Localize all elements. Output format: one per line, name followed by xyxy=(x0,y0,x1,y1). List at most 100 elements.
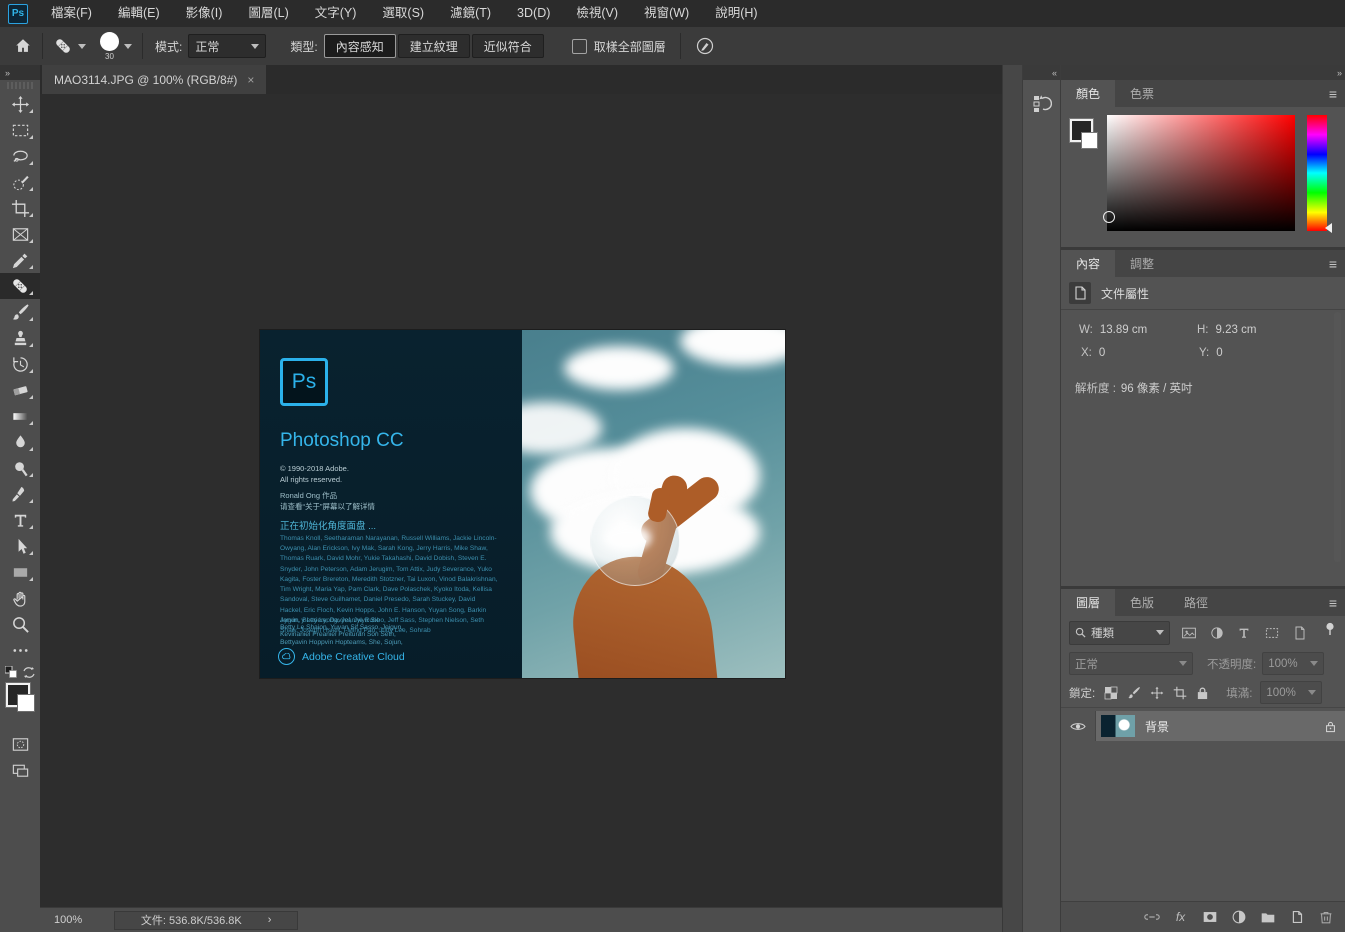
eraser-tool-button[interactable] xyxy=(0,377,40,403)
filter-shape-layers-button[interactable] xyxy=(1264,624,1281,641)
menu-item-filter[interactable]: 濾鏡(T) xyxy=(437,0,504,27)
menu-item-window[interactable]: 視窗(W) xyxy=(631,0,702,27)
swap-colors-button[interactable] xyxy=(22,666,36,679)
zoom-tool-button[interactable] xyxy=(0,611,40,637)
status-expand-icon[interactable]: › xyxy=(268,914,272,926)
edit-toolbar-button[interactable] xyxy=(0,637,40,663)
menu-item-layer[interactable]: 圖層(L) xyxy=(235,0,301,27)
quick-mask-button[interactable] xyxy=(0,731,40,757)
scrollbar[interactable] xyxy=(1334,312,1341,562)
gradient-tool-button[interactable] xyxy=(0,403,40,429)
filter-type-layers-button[interactable] xyxy=(1236,624,1253,641)
type-proximity-match-button[interactable]: 近似符合 xyxy=(472,34,544,58)
document-tab[interactable]: MAO3114.JPG @ 100% (RGB/8#) × xyxy=(42,65,266,94)
hue-slider[interactable] xyxy=(1307,115,1327,231)
y-value[interactable]: 0 xyxy=(1216,347,1222,359)
brush-size-picker[interactable]: 30 xyxy=(100,32,119,61)
menu-item-type[interactable]: 文字(Y) xyxy=(302,0,370,27)
new-group-button[interactable] xyxy=(1257,907,1278,928)
toolbar-collapse-handle[interactable]: » xyxy=(0,65,40,80)
layer-row-background[interactable]: 背景 xyxy=(1061,711,1345,741)
lock-artboard-button[interactable] xyxy=(1172,685,1187,700)
move-tool-button[interactable] xyxy=(0,91,40,117)
menu-item-file[interactable]: 檔案(F) xyxy=(38,0,105,27)
dodge-tool-button[interactable] xyxy=(0,455,40,481)
layer-visibility-toggle[interactable] xyxy=(1061,711,1096,741)
delete-layer-button[interactable] xyxy=(1315,907,1336,928)
lasso-tool-button[interactable] xyxy=(0,143,40,169)
menu-item-help[interactable]: 說明(H) xyxy=(702,0,770,27)
tool-preset-button[interactable] xyxy=(53,36,86,56)
opacity-input[interactable]: 100% xyxy=(1262,652,1324,675)
resolution-value[interactable]: 96 像素 / 英吋 xyxy=(1121,380,1193,396)
type-tool-button[interactable] xyxy=(0,507,40,533)
layer-row-body[interactable]: 背景 xyxy=(1096,711,1345,741)
tab-layers[interactable]: 圖層 xyxy=(1061,589,1115,616)
add-layer-mask-button[interactable] xyxy=(1199,907,1220,928)
saturation-brightness-field[interactable] xyxy=(1107,115,1295,231)
dock-collapse-handle[interactable]: » xyxy=(1061,65,1345,80)
crop-tool-button[interactable] xyxy=(0,195,40,221)
filter-pixel-layers-button[interactable] xyxy=(1181,624,1198,641)
pressure-toggle-button[interactable] xyxy=(695,36,715,56)
layer-name[interactable]: 背景 xyxy=(1145,718,1169,735)
link-layers-button[interactable] xyxy=(1141,907,1162,928)
height-value[interactable]: 9.23 cm xyxy=(1216,324,1257,336)
menu-item-image[interactable]: 影像(I) xyxy=(173,0,236,27)
tab-adjustments[interactable]: 調整 xyxy=(1115,250,1169,277)
chevron-down-icon[interactable] xyxy=(124,44,132,49)
layer-thumbnail[interactable] xyxy=(1101,715,1135,737)
panel-menu-icon[interactable]: ≡ xyxy=(1329,589,1345,616)
lock-image-pixels-button[interactable] xyxy=(1126,685,1141,700)
lock-position-button[interactable] xyxy=(1149,685,1164,700)
close-tab-icon[interactable]: × xyxy=(247,73,254,87)
quick-selection-tool-button[interactable] xyxy=(0,169,40,195)
toolbar-grip[interactable] xyxy=(7,82,33,89)
layer-style-button[interactable]: fx xyxy=(1170,907,1191,928)
document-info[interactable]: 文件: 536.8K/536.8K › xyxy=(114,911,298,930)
eyedropper-tool-button[interactable] xyxy=(0,247,40,273)
new-layer-button[interactable] xyxy=(1286,907,1307,928)
mode-select[interactable]: 正常 xyxy=(188,34,266,58)
new-adjustment-layer-button[interactable] xyxy=(1228,907,1249,928)
tab-color[interactable]: 顏色 xyxy=(1061,80,1115,107)
panel-menu-icon[interactable]: ≡ xyxy=(1329,80,1345,107)
tab-paths[interactable]: 路徑 xyxy=(1169,589,1223,616)
screen-mode-button[interactable] xyxy=(0,757,40,783)
type-content-aware-button[interactable]: 內容感知 xyxy=(324,34,396,58)
menu-item-3d[interactable]: 3D(D) xyxy=(504,0,563,27)
menu-item-view[interactable]: 檢視(V) xyxy=(563,0,631,27)
blur-tool-button[interactable] xyxy=(0,429,40,455)
path-selection-tool-button[interactable] xyxy=(0,533,40,559)
zoom-level[interactable]: 100% xyxy=(54,914,82,926)
marquee-tool-button[interactable] xyxy=(0,117,40,143)
background-color-swatch[interactable] xyxy=(18,695,34,711)
hand-tool-button[interactable] xyxy=(0,585,40,611)
brush-tool-button[interactable] xyxy=(0,299,40,325)
color-picker-marker[interactable] xyxy=(1103,211,1115,223)
tab-properties[interactable]: 內容 xyxy=(1061,250,1115,277)
width-value[interactable]: 13.89 cm xyxy=(1100,324,1147,336)
tab-swatches[interactable]: 色票 xyxy=(1115,80,1169,107)
home-button[interactable] xyxy=(14,37,32,55)
filter-toggle-button[interactable] xyxy=(1321,620,1338,637)
fill-input[interactable]: 100% xyxy=(1260,681,1322,704)
default-colors-button[interactable] xyxy=(5,666,17,678)
background-color-swatch[interactable] xyxy=(1082,133,1097,148)
layer-filter-select[interactable]: 種類 xyxy=(1069,621,1170,645)
filter-adjustment-layers-button[interactable] xyxy=(1208,624,1225,641)
type-create-texture-button[interactable]: 建立紋理 xyxy=(398,34,470,58)
pen-tool-button[interactable] xyxy=(0,481,40,507)
panel-menu-icon[interactable]: ≡ xyxy=(1329,250,1345,277)
canvas-area[interactable]: Ps Photoshop CC © 1990-2018 Adobe. All r… xyxy=(40,94,1002,908)
hue-slider-marker[interactable] xyxy=(1325,223,1332,233)
history-brush-tool-button[interactable] xyxy=(0,351,40,377)
menu-item-edit[interactable]: 編輯(E) xyxy=(105,0,173,27)
history-panel-button[interactable] xyxy=(1031,92,1053,114)
menu-item-select[interactable]: 選取(S) xyxy=(369,0,437,27)
shape-tool-button[interactable] xyxy=(0,559,40,585)
lock-transparent-pixels-button[interactable] xyxy=(1103,685,1118,700)
x-value[interactable]: 0 xyxy=(1099,347,1105,359)
clone-stamp-tool-button[interactable] xyxy=(0,325,40,351)
tab-channels[interactable]: 色版 xyxy=(1115,589,1169,616)
